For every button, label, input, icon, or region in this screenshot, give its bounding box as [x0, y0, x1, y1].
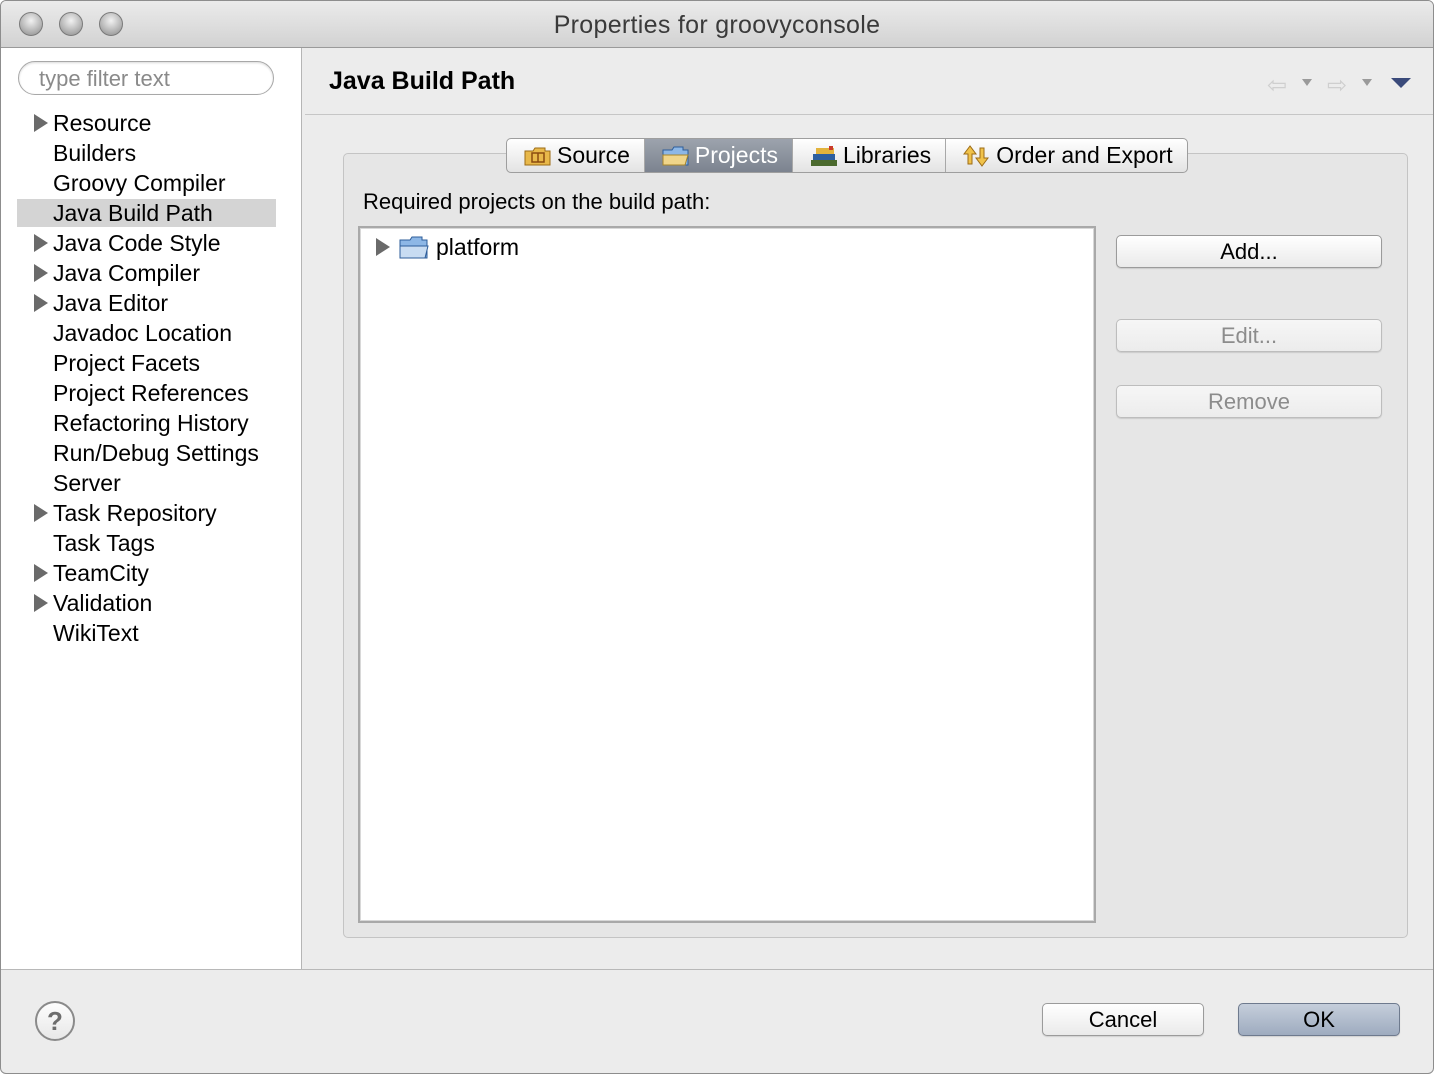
- back-arrow-icon[interactable]: ⇦: [1267, 71, 1287, 100]
- tree-item[interactable]: TeamCity: [1, 558, 301, 588]
- title-bar: Properties for groovyconsole: [1, 1, 1433, 48]
- tree-item-label: Javadoc Location: [53, 320, 233, 346]
- expand-triangle-icon[interactable]: [34, 504, 48, 522]
- expand-triangle-icon[interactable]: [34, 564, 48, 582]
- expand-triangle-icon[interactable]: [34, 294, 48, 312]
- tree-item[interactable]: Project References: [1, 378, 301, 408]
- filter-input[interactable]: [37, 65, 261, 93]
- expand-triangle-icon[interactable]: [376, 238, 390, 256]
- forward-arrow-icon[interactable]: ⇨: [1327, 71, 1347, 100]
- view-menu-icon[interactable]: [1391, 78, 1411, 88]
- expand-triangle-icon[interactable]: [34, 114, 48, 132]
- tree-item[interactable]: Project Facets: [1, 348, 301, 378]
- tab-source[interactable]: Source: [507, 139, 645, 172]
- filter-field[interactable]: [18, 61, 274, 95]
- tree-item-label: Task Repository: [53, 500, 217, 526]
- tree-item-label: Task Tags: [53, 530, 155, 556]
- remove-button[interactable]: Remove: [1116, 385, 1382, 418]
- tree-item-label: Server: [53, 470, 121, 496]
- page-title: Java Build Path: [329, 67, 516, 95]
- tab-projects-label: Projects: [694, 142, 778, 168]
- tree-item[interactable]: Task Tags: [1, 528, 301, 558]
- tree-item-label: Builders: [53, 140, 137, 166]
- cancel-button[interactable]: Cancel: [1042, 1003, 1204, 1036]
- tab-order-and-export[interactable]: Order and Export: [946, 139, 1186, 172]
- project-name: platform: [436, 234, 520, 260]
- tree-item-label: Run/Debug Settings: [53, 440, 259, 466]
- tab-libraries-label: Libraries: [842, 142, 932, 168]
- tree-item-label: Refactoring History: [53, 410, 249, 436]
- header-divider: [305, 114, 1433, 115]
- tree-item-label: TeamCity: [53, 560, 149, 586]
- project-folder-icon: [662, 146, 689, 165]
- tree-item[interactable]: Task Repository: [1, 498, 301, 528]
- tree-item[interactable]: Run/Debug Settings: [1, 438, 301, 468]
- window-title: Properties for groovyconsole: [553, 11, 881, 39]
- tree-item-label: Java Code Style: [53, 230, 221, 256]
- tree-item[interactable]: Refactoring History: [1, 408, 301, 438]
- back-dropdown-icon[interactable]: [1302, 79, 1312, 86]
- required-projects-list[interactable]: platform: [358, 226, 1096, 923]
- tree-item-label: Validation: [53, 590, 153, 616]
- property-pages-tree: Resource Builders Groovy Compiler Java Buil…: [1, 108, 301, 648]
- tab-bar: Source Projects Libraries Order and Expo…: [506, 138, 1188, 173]
- libraries-icon: [810, 145, 837, 166]
- help-icon[interactable]: ?: [35, 1001, 75, 1041]
- tree-item[interactable]: Server: [1, 468, 301, 498]
- tree-item-label: Java Compiler: [53, 260, 200, 286]
- tree-item[interactable]: Validation: [1, 588, 301, 618]
- footer-divider: [1, 969, 1433, 970]
- tree-item-label: Project Facets: [53, 350, 200, 376]
- tab-libraries[interactable]: Libraries: [793, 139, 947, 172]
- tree-item-label: Resource: [53, 110, 152, 136]
- tab-order-and-export-label: Order and Export: [996, 142, 1173, 168]
- required-projects-label: Required projects on the build path:: [363, 189, 711, 214]
- tab-projects[interactable]: Projects: [644, 139, 793, 172]
- ok-button[interactable]: OK: [1238, 1003, 1400, 1036]
- expand-triangle-icon[interactable]: [34, 264, 48, 282]
- tree-item[interactable]: WikiText: [1, 618, 301, 648]
- tree-item[interactable]: Javadoc Location: [1, 318, 301, 348]
- tree-item-label: Project References: [53, 380, 249, 406]
- tree-item[interactable]: Java Code Style: [1, 228, 301, 258]
- tab-source-label: Source: [557, 142, 630, 168]
- tree-item-label: Java Build Path: [53, 200, 213, 226]
- add-button[interactable]: Add...: [1116, 235, 1382, 268]
- property-pages-pane: Resource Builders Groovy Compiler Java Buil…: [1, 48, 302, 969]
- source-folder-icon: [524, 147, 551, 165]
- tree-item[interactable]: Java Build Path: [1, 198, 301, 228]
- properties-dialog: Properties for groovyconsole Resource Bui…: [0, 0, 1434, 1074]
- project-folder-icon: [399, 236, 429, 259]
- expand-triangle-icon[interactable]: [34, 234, 48, 252]
- tree-item[interactable]: Java Editor: [1, 288, 301, 318]
- edit-button[interactable]: Edit...: [1116, 319, 1382, 352]
- expand-triangle-icon[interactable]: [34, 594, 48, 612]
- tree-item[interactable]: Builders: [1, 138, 301, 168]
- tree-item[interactable]: Java Compiler: [1, 258, 301, 288]
- tree-item-label: Java Editor: [53, 290, 169, 316]
- tree-item-label: Groovy Compiler: [53, 170, 226, 196]
- tree-item[interactable]: Groovy Compiler: [1, 168, 301, 198]
- tree-item-label: WikiText: [53, 620, 139, 646]
- order-export-icon: [963, 144, 990, 167]
- tree-item[interactable]: Resource: [1, 108, 301, 138]
- forward-dropdown-icon[interactable]: [1362, 79, 1372, 86]
